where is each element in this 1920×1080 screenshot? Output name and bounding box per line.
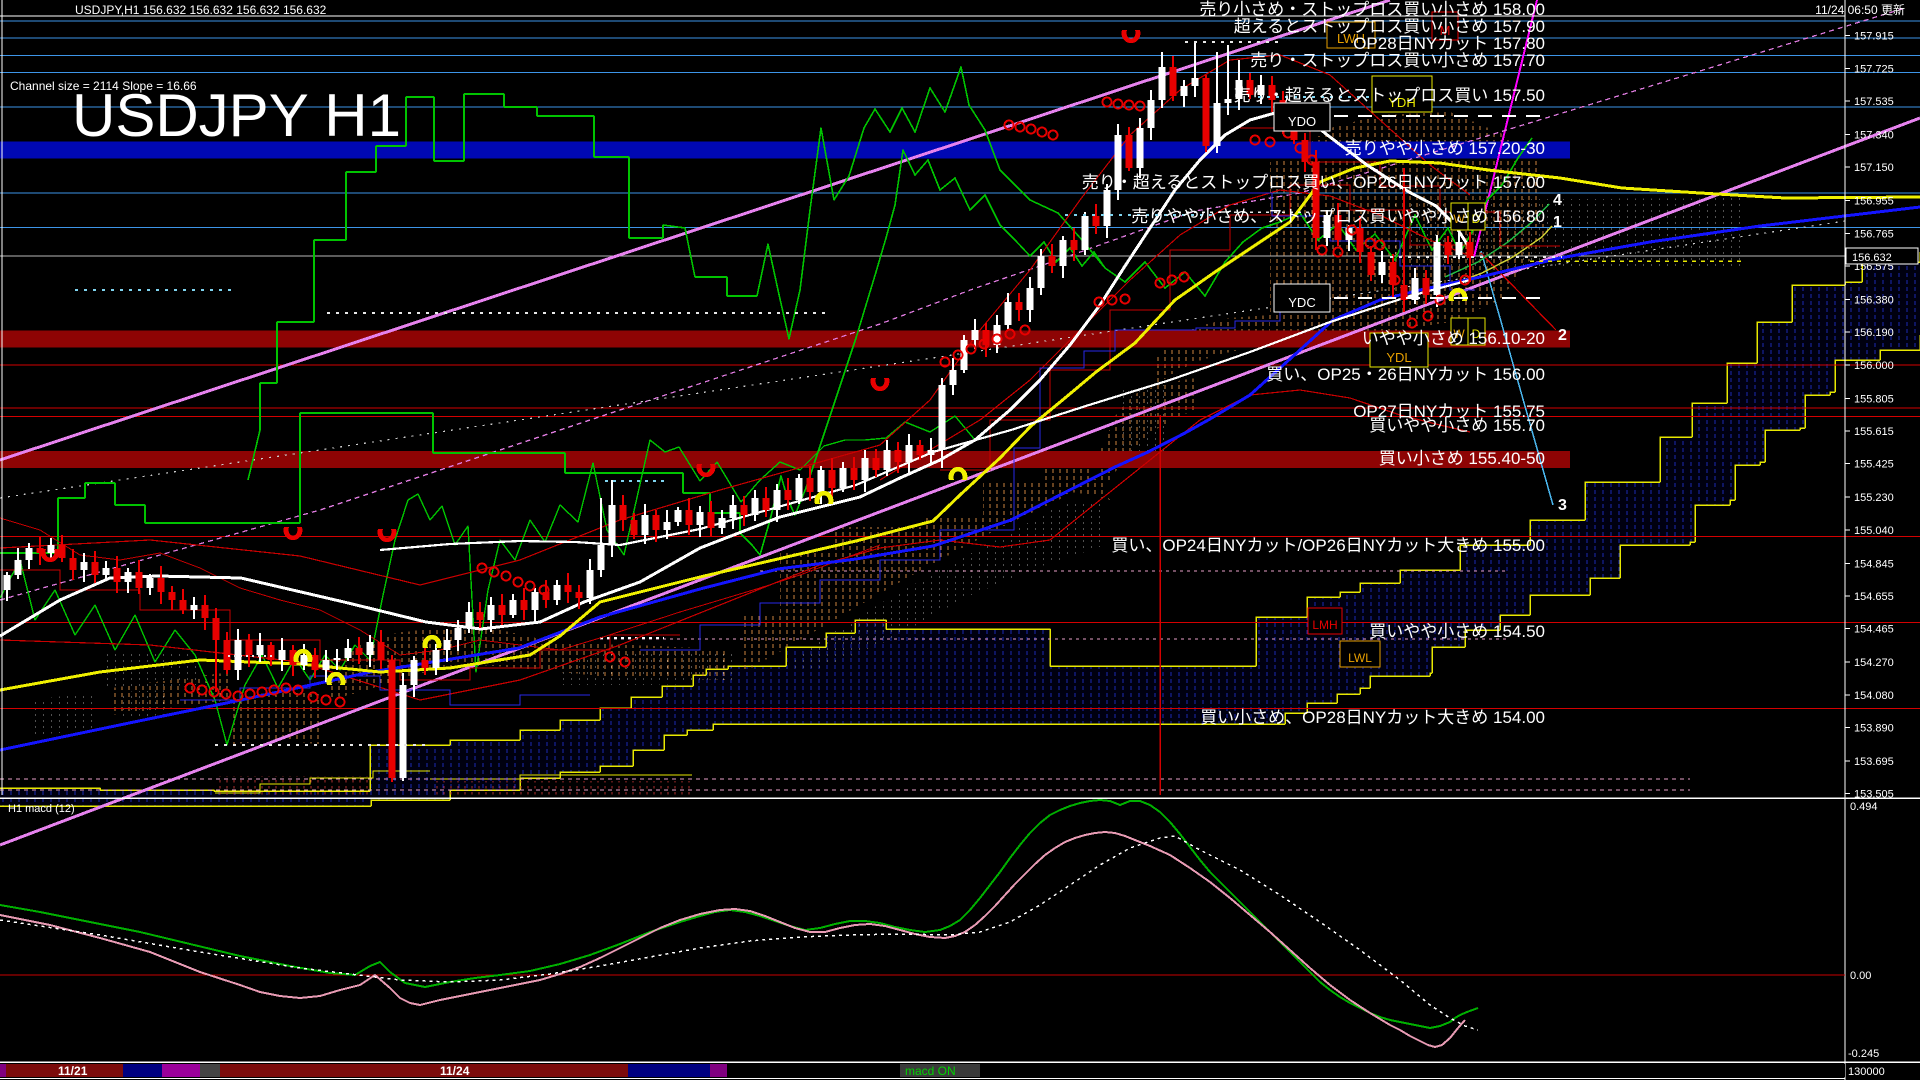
svg-text:買い、OP24日NYカット/OP26日NYカット大きめ 15: 買い、OP24日NYカット/OP26日NYカット大きめ 155.00 <box>1111 536 1545 555</box>
svg-text:154.655: 154.655 <box>1854 591 1894 603</box>
svg-text:売りやや小さめ 157.20-30: 売りやや小さめ 157.20-30 <box>1345 139 1545 158</box>
svg-text:157.150: 157.150 <box>1854 162 1894 174</box>
svg-text:154.465: 154.465 <box>1854 624 1894 636</box>
svg-text:153.505: 153.505 <box>1854 789 1894 801</box>
svg-text:USDJPY,H1 156.632 156.632 156: USDJPY,H1 156.632 156.632 156.632 156.63… <box>75 3 327 17</box>
svg-text:155.040: 155.040 <box>1854 525 1894 537</box>
svg-text:153.890: 153.890 <box>1854 723 1894 735</box>
svg-text:macd ON: macd ON <box>905 1064 956 1078</box>
svg-text:4: 4 <box>1553 192 1562 209</box>
svg-text:買い小さめ、OP28日NYカット大きめ 154.00: 買い小さめ、OP28日NYカット大きめ 154.00 <box>1200 708 1545 727</box>
svg-text:3: 3 <box>1558 497 1567 514</box>
svg-text:LWL: LWL <box>1348 651 1372 665</box>
svg-text:155.425: 155.425 <box>1854 459 1894 471</box>
svg-text:157.725: 157.725 <box>1854 63 1894 75</box>
svg-text:買い小さめ 155.40-50: 買い小さめ 155.40-50 <box>1379 449 1545 468</box>
svg-text:156.765: 156.765 <box>1854 228 1894 240</box>
svg-text:156.190: 156.190 <box>1854 327 1894 339</box>
svg-text:USDJPY H1: USDJPY H1 <box>72 82 401 149</box>
svg-text:157.535: 157.535 <box>1854 96 1894 108</box>
svg-text:H1 macd (12): H1 macd (12) <box>8 803 75 815</box>
svg-text:156.632: 156.632 <box>1852 252 1892 264</box>
svg-text:155.615: 155.615 <box>1854 426 1894 438</box>
svg-text:157.915: 157.915 <box>1854 31 1894 43</box>
svg-text:11/21: 11/21 <box>58 1064 88 1078</box>
svg-text:156.380: 156.380 <box>1854 295 1894 307</box>
svg-text:売り・超えるとストップロス買い、OP26日NYカット 157: 売り・超えるとストップロス買い、OP26日NYカット 157.00 <box>1082 173 1545 192</box>
svg-text:買いやや小さめ 154.50: 買いやや小さめ 154.50 <box>1369 622 1545 641</box>
svg-text:156.000: 156.000 <box>1854 360 1894 372</box>
svg-text:130000: 130000 <box>1848 1066 1885 1078</box>
svg-text:0.00: 0.00 <box>1850 970 1871 982</box>
svg-text:154.845: 154.845 <box>1854 558 1894 570</box>
svg-text:2: 2 <box>1558 327 1567 344</box>
svg-text:154.080: 154.080 <box>1854 690 1894 702</box>
svg-text:売りやや小さめ、ストップロス買いやや小さめ 156.80: 売りやや小さめ、ストップロス買いやや小さめ 156.80 <box>1131 207 1545 226</box>
svg-text:0.494: 0.494 <box>1850 801 1878 813</box>
svg-text:YDC: YDC <box>1288 295 1315 310</box>
svg-text:売り・ストップロス買い小さめ 157.70: 売り・ストップロス買い小さめ 157.70 <box>1250 51 1545 70</box>
svg-text:買い、OP25・26日NYカット 156.00: 買い、OP25・26日NYカット 156.00 <box>1266 365 1545 384</box>
svg-text:157.340: 157.340 <box>1854 130 1894 142</box>
svg-text:156.955: 156.955 <box>1854 196 1894 208</box>
svg-text:LMH: LMH <box>1312 618 1337 632</box>
svg-text:YDL: YDL <box>1386 350 1411 365</box>
svg-text:買いやや小さめ 155.70: 買いやや小さめ 155.70 <box>1369 416 1545 435</box>
svg-text:1: 1 <box>1553 214 1562 231</box>
svg-text:いやや小さめ 156.10-20: いやや小さめ 156.10-20 <box>1362 329 1545 348</box>
svg-text:YDO: YDO <box>1288 114 1316 129</box>
svg-text:11/24 06:50 更新: 11/24 06:50 更新 <box>1815 2 1905 17</box>
svg-text:11/24: 11/24 <box>440 1064 470 1078</box>
svg-text:155.230: 155.230 <box>1854 492 1894 504</box>
svg-text:155.805: 155.805 <box>1854 393 1894 405</box>
svg-text:154.270: 154.270 <box>1854 657 1894 669</box>
svg-text:売り・超えるとストップロス買い 157.50: 売り・超えるとストップロス買い 157.50 <box>1234 86 1545 105</box>
svg-text:153.695: 153.695 <box>1854 756 1894 768</box>
svg-text:-0.245: -0.245 <box>1848 1048 1879 1060</box>
